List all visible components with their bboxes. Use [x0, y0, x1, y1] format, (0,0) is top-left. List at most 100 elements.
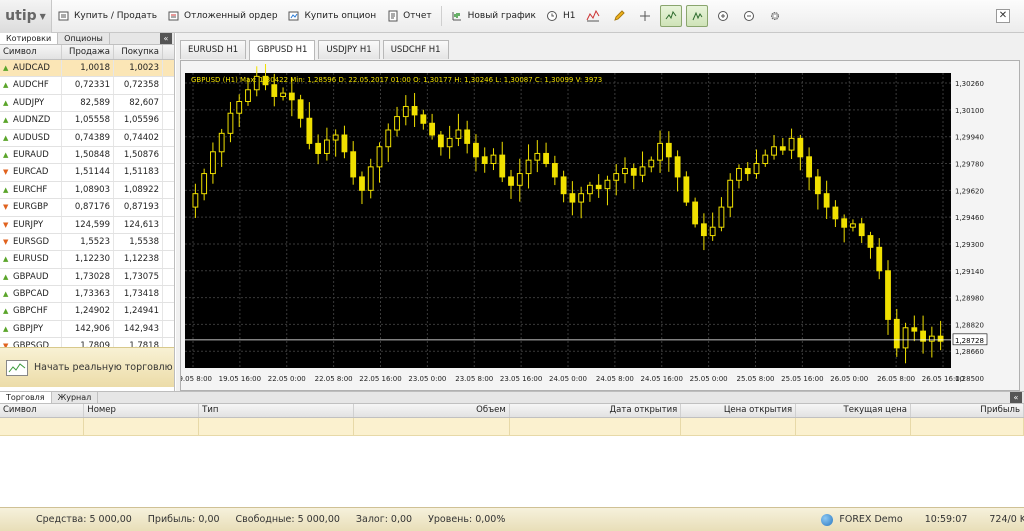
quote-bid[interactable]: 0,72331 — [62, 77, 114, 94]
quote-ask[interactable]: 1,73418 — [114, 286, 163, 303]
quote-row[interactable]: ▲ AUDNZD 1,05558 1,05596 — [0, 112, 174, 130]
collapse-bottom-icon[interactable]: « — [1010, 392, 1022, 403]
quote-ask[interactable]: 0,72358 — [114, 77, 163, 94]
quote-row[interactable]: ▲ GBPCAD 1,73363 1,73418 — [0, 286, 174, 304]
zoom-in-icon[interactable] — [712, 5, 734, 27]
quote-row[interactable]: ▲ GBPAUD 1,73028 1,73075 — [0, 268, 174, 287]
zoom-out-icon[interactable] — [738, 5, 760, 27]
new-chart-button[interactable]: Новый график — [446, 5, 541, 27]
quote-row[interactable]: ▲ GBPCHF 1,24902 1,24941 — [0, 303, 174, 321]
quote-bid[interactable]: 1,73028 — [62, 268, 114, 286]
quote-ask[interactable]: 0,74402 — [114, 129, 163, 146]
quote-bid[interactable]: 1,05558 — [62, 112, 114, 129]
tab-eurusd[interactable]: EURUSD H1 — [180, 40, 247, 59]
header-order-profit[interactable]: Прибыль — [911, 404, 1024, 417]
quote-bid[interactable]: 142,906 — [62, 320, 114, 338]
indicators-icon[interactable] — [582, 5, 604, 27]
quote-row[interactable]: ▼ EURSGD 1,5523 1,5538 — [0, 233, 174, 252]
quote-ask[interactable]: 142,943 — [114, 320, 163, 338]
y-tick-label: 1,29940 — [955, 134, 984, 142]
quote-bid[interactable]: 1,51144 — [62, 164, 114, 181]
line-chart-icon[interactable] — [660, 5, 683, 27]
header-order-volume[interactable]: Объем — [354, 404, 510, 417]
quote-row[interactable]: ▲ AUDJPY 82,589 82,607 — [0, 94, 174, 113]
quote-bid[interactable]: 1,08903 — [62, 181, 114, 199]
quote-bid[interactable]: 82,589 — [62, 94, 114, 112]
tab-options[interactable]: Опционы — [58, 33, 110, 44]
price-chart[interactable]: 1,304201,302601,301001,299401,297801,296… — [181, 61, 1019, 390]
pending-order-icon — [167, 10, 180, 23]
quote-ask[interactable]: 1,12238 — [114, 251, 163, 268]
quote-bid[interactable]: 0,74389 — [62, 129, 114, 146]
y-tick-label: 1,29140 — [955, 268, 984, 276]
quote-row[interactable]: ▲ AUDUSD 0,74389 0,74402 — [0, 129, 174, 147]
quote-bid[interactable]: 1,12230 — [62, 251, 114, 268]
header-order-current-price[interactable]: Текущая цена — [796, 404, 911, 417]
quote-bid[interactable]: 0,87176 — [62, 199, 114, 216]
quote-row[interactable]: ▼ EURCAD 1,51144 1,51183 — [0, 164, 174, 182]
quote-bid[interactable]: 1,0018 — [62, 60, 114, 77]
quote-row[interactable]: ▲ AUDCAD 1,0018 1,0023 — [0, 60, 174, 78]
quote-row[interactable]: ▲ AUDCHF 0,72331 0,72358 — [0, 77, 174, 95]
header-order-type[interactable]: Тип — [199, 404, 355, 417]
header-bid[interactable]: Продажа — [62, 45, 114, 59]
header-order-open-price[interactable]: Цена открытия — [681, 404, 797, 417]
summary-cell — [84, 418, 199, 435]
close-icon[interactable]: ✕ — [996, 9, 1010, 23]
arrow-up-icon: ▲ — [3, 150, 9, 159]
start-real-trading-button[interactable]: Начать реальную торговлю — [0, 347, 174, 387]
quote-row[interactable]: ▼ EURJPY 124,599 124,613 — [0, 216, 174, 234]
chart-frame[interactable]: 1,304201,302601,301001,299401,297801,296… — [180, 60, 1020, 391]
quote-ask[interactable]: 1,08922 — [114, 181, 163, 199]
header-order-number[interactable]: Номер — [84, 404, 200, 417]
quote-row[interactable]: ▲ EURAUD 1,50848 1,50876 — [0, 146, 174, 165]
header-ask[interactable]: Покупка — [114, 45, 163, 59]
quote-ask[interactable]: 1,0023 — [114, 60, 163, 77]
tab-usdchf[interactable]: USDCHF H1 — [382, 40, 449, 59]
collapse-left-icon[interactable]: « — [160, 33, 172, 44]
quote-row[interactable]: ▲ GBPJPY 142,906 142,943 — [0, 320, 174, 339]
header-symbol[interactable]: Символ — [0, 45, 62, 59]
tab-gbpusd[interactable]: GBPUSD H1 — [249, 40, 316, 60]
tab-usdjpy[interactable]: USDJPY H1 — [318, 40, 380, 59]
buy-option-button[interactable]: Купить опцион — [283, 5, 382, 27]
header-order-symbol[interactable]: Символ — [0, 404, 85, 417]
pending-order-button[interactable]: Отложенный ордер — [162, 5, 283, 27]
candle-body — [779, 146, 786, 151]
status-account[interactable]: FOREX Demo — [813, 513, 910, 526]
quote-bid[interactable]: 124,599 — [62, 216, 114, 233]
quote-ask[interactable]: 1,51183 — [114, 164, 163, 181]
quote-bid[interactable]: 1,5523 — [62, 233, 114, 251]
quote-row[interactable]: ▼ EURGBP 0,87176 0,87193 — [0, 199, 174, 217]
pencil-icon[interactable] — [608, 5, 630, 27]
quote-ask[interactable]: 82,607 — [114, 94, 163, 112]
quote-bid[interactable]: 1,73363 — [62, 286, 114, 303]
timeframe-button[interactable]: H1 — [541, 5, 581, 27]
quote-ask[interactable]: 0,87193 — [114, 199, 163, 216]
quote-row[interactable]: ▲ EURUSD 1,12230 1,12238 — [0, 251, 174, 269]
quote-ask[interactable]: 1,24941 — [114, 303, 163, 320]
tab-trading[interactable]: Торговля — [0, 392, 52, 403]
main-toolbar: utip ▼ Купить / Продать Отложенный ордер… — [0, 0, 1024, 33]
quote-bid[interactable]: 1,24902 — [62, 303, 114, 320]
quote-ask[interactable]: 1,50876 — [114, 146, 163, 164]
candle-body — [858, 223, 865, 237]
tab-quotes[interactable]: Котировки — [0, 33, 59, 44]
app-logo[interactable]: utip ▼ — [0, 0, 52, 33]
report-button[interactable]: Отчет — [381, 5, 436, 27]
quote-row[interactable]: ▲ EURCHF 1,08903 1,08922 — [0, 181, 174, 200]
quote-ask[interactable]: 1,05596 — [114, 112, 163, 129]
quote-bid[interactable]: 1,50848 — [62, 146, 114, 164]
quote-symbol: ▲ AUDUSD — [0, 129, 62, 146]
quote-ask[interactable]: 124,613 — [114, 216, 163, 233]
candle-chart-icon[interactable] — [686, 5, 709, 27]
quote-ask[interactable]: 1,73075 — [114, 268, 163, 286]
tab-journal[interactable]: Журнал — [52, 392, 99, 403]
arrow-up-icon: ▲ — [3, 290, 9, 299]
gear-icon[interactable] — [764, 5, 786, 27]
header-order-open-date[interactable]: Дата открытия — [510, 404, 682, 417]
crosshair-icon[interactable] — [634, 5, 656, 27]
buy-sell-button[interactable]: Купить / Продать — [52, 5, 162, 27]
quote-ask[interactable]: 1,5538 — [114, 233, 163, 251]
orders-summary-row — [0, 418, 1024, 436]
